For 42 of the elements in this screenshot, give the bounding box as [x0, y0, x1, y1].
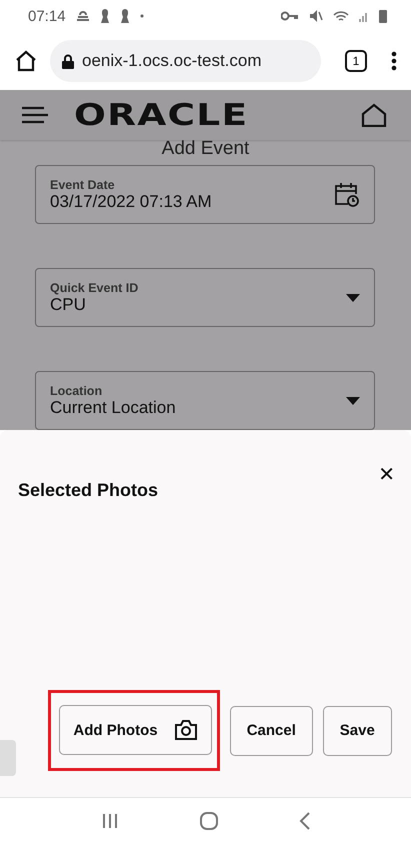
more-icon[interactable]	[391, 51, 397, 71]
menu-icon[interactable]	[22, 106, 48, 124]
lock-icon	[62, 54, 74, 68]
field-label: Quick Event ID	[50, 280, 140, 294]
back-icon[interactable]	[298, 812, 310, 830]
wifi-icon	[333, 10, 349, 22]
select-field[interactable]: Quick Event ID CPU	[35, 268, 375, 327]
field-label: Location	[50, 384, 104, 398]
logo: ORACLE	[74, 98, 248, 132]
notification-icon	[120, 9, 130, 23]
address-bar[interactable]: oenix-1.ocs.oc-test.com	[50, 40, 321, 82]
key-icon	[281, 11, 299, 21]
battery-icon	[379, 9, 387, 23]
camera-icon	[174, 719, 198, 741]
close-button[interactable]: ✕	[372, 462, 401, 486]
sheet-title: Selected Photos	[18, 480, 158, 501]
page-title: Add Event	[160, 138, 250, 160]
home-button-icon[interactable]	[200, 812, 218, 830]
recent-apps-icon[interactable]	[100, 813, 118, 829]
dot-icon	[140, 14, 144, 18]
tab-count[interactable]: 1	[345, 50, 367, 72]
clock: 07:14	[28, 8, 66, 24]
add-photos-button[interactable]: Add Photos	[59, 705, 212, 755]
field-value: CPU	[50, 294, 87, 314]
weather-icon	[76, 10, 90, 22]
mute-icon	[309, 9, 323, 23]
date-field[interactable]: Event Date 03/17/2022 07:13 AM	[35, 165, 375, 224]
calendar-icon[interactable]	[334, 182, 360, 208]
url-text: oenix-1.ocs.oc-test.com	[82, 51, 262, 71]
notification-icon	[100, 9, 110, 23]
dropdown-caret-icon[interactable]	[346, 294, 360, 302]
home-icon[interactable]	[14, 49, 38, 73]
field-value: Current Location	[50, 398, 177, 418]
signal-icon	[359, 10, 369, 22]
home-icon[interactable]	[361, 103, 387, 127]
field-label: Event Date	[50, 178, 116, 192]
dropdown-caret-icon[interactable]	[346, 396, 360, 404]
field-value: 03/17/2022 07:13 AM	[50, 192, 213, 212]
action-button[interactable]: Save	[322, 706, 392, 756]
side-handle[interactable]	[0, 740, 16, 776]
select-field[interactable]: Location Current Location	[35, 371, 375, 430]
action-button[interactable]: Cancel	[230, 706, 313, 756]
